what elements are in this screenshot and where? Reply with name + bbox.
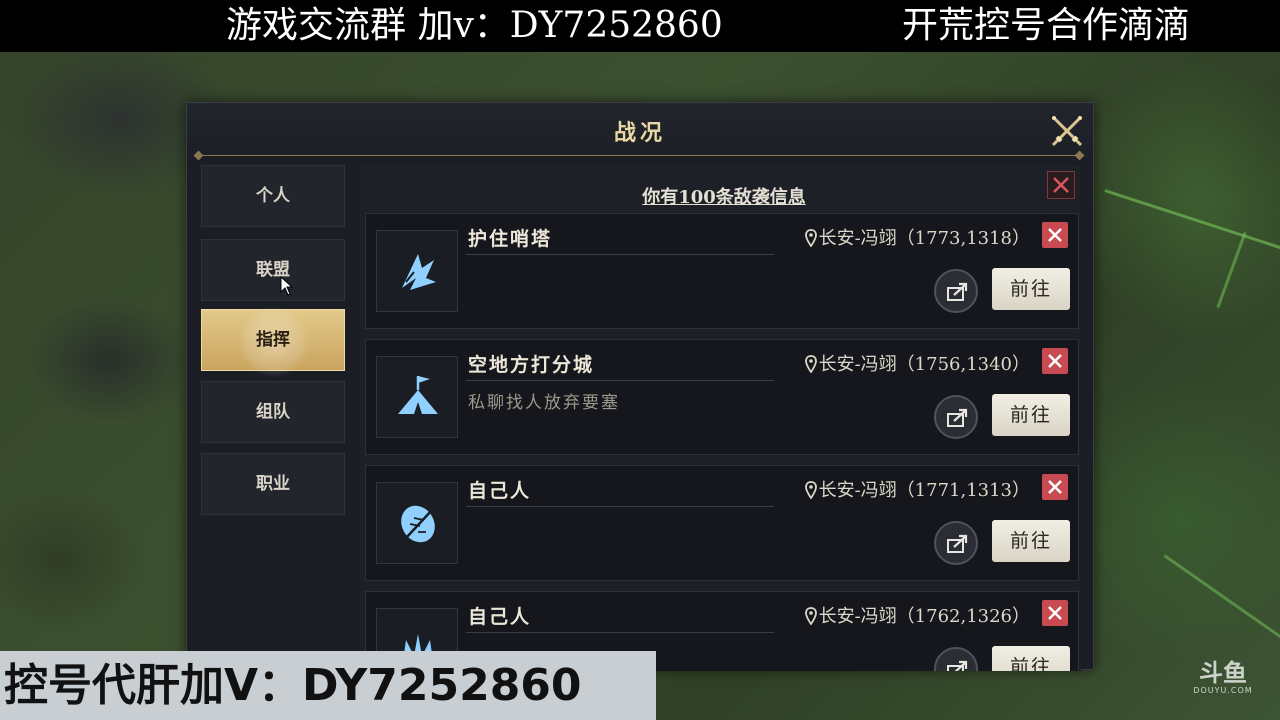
report-title: 护住哨塔	[468, 228, 553, 250]
sidebar-item-personal[interactable]: 个人	[201, 165, 345, 227]
sidebar-item-team[interactable]: 组队	[201, 381, 345, 443]
stream-bottom-banner: 控号代肝加V：DY7252860	[0, 651, 656, 720]
top-left-ad-text: 游戏交流群 加v：DY7252860	[226, 5, 723, 46]
share-button[interactable]	[934, 521, 978, 565]
share-button[interactable]	[934, 269, 978, 313]
stream-top-banner: 游戏交流群 加v：DY7252860 开荒控号合作滴滴	[0, 0, 1280, 52]
share-button[interactable]	[934, 647, 978, 671]
watermark-text: DOUYU.COM	[1193, 686, 1253, 695]
location-pin-icon	[804, 229, 817, 247]
crossed-swords-icon[interactable]	[1047, 111, 1087, 151]
report-title: 空地方打分城	[468, 354, 595, 376]
location-pin-icon	[804, 481, 817, 499]
location-pin-icon	[804, 607, 817, 625]
sidebar-item-label: 指挥	[256, 330, 290, 350]
divider	[466, 380, 774, 381]
report-card: 护住哨塔 长安-冯翊（1773,1318） 前往	[365, 213, 1079, 329]
report-title: 自己人	[468, 606, 532, 628]
location-text: 长安-冯翊（1771,1313）	[818, 480, 1030, 501]
report-location[interactable]: 长安-冯翊（1773,1318）	[804, 224, 1030, 250]
share-icon	[947, 660, 968, 671]
territory-border	[1104, 189, 1280, 254]
report-location[interactable]: 长安-冯翊（1756,1340）	[804, 350, 1030, 376]
battle-report-dialog: 战况 个人 联盟 指挥 组队 职业 你有100条敌袭信息 护住哨塔 长安-冯翊（…	[186, 102, 1094, 671]
enemy-attack-summary[interactable]: 你有100条敌袭信息	[359, 183, 1081, 209]
remove-report-button[interactable]	[1042, 474, 1068, 500]
dialog-header: 战况	[187, 103, 1093, 157]
territory-border	[1216, 231, 1247, 309]
shattered-tower-icon	[376, 230, 458, 312]
header-divider	[197, 155, 1081, 156]
share-icon	[947, 534, 968, 553]
share-icon	[947, 282, 968, 301]
remove-report-button[interactable]	[1042, 600, 1068, 626]
platform-watermark: 斗鱼 DOUYU.COM	[1188, 660, 1258, 700]
watermark-logo: 斗鱼	[1199, 659, 1247, 687]
sidebar-item-alliance[interactable]: 联盟	[201, 239, 345, 301]
divider	[466, 632, 774, 633]
report-location[interactable]: 长安-冯翊（1762,1326）	[804, 602, 1030, 628]
close-icon[interactable]	[1047, 171, 1075, 199]
sidebar-item-label: 职业	[256, 474, 290, 494]
location-text: 长安-冯翊（1756,1340）	[818, 354, 1030, 375]
divider	[466, 506, 774, 507]
location-pin-icon	[804, 355, 817, 373]
divider	[466, 254, 774, 255]
report-location[interactable]: 长安-冯翊（1771,1313）	[804, 476, 1030, 502]
go-to-button[interactable]: 前往	[992, 646, 1070, 671]
remove-report-button[interactable]	[1042, 222, 1068, 248]
location-text: 长安-冯翊（1773,1318）	[818, 228, 1030, 249]
mouse-pointer-icon	[280, 276, 294, 296]
sidebar-item-command[interactable]: 指挥	[201, 306, 345, 378]
report-title: 自己人	[468, 480, 532, 502]
dialog-title: 战况	[613, 120, 666, 146]
share-button[interactable]	[934, 395, 978, 439]
report-list-panel: 你有100条敌袭信息 护住哨塔 长安-冯翊（1773,1318） 前往 空地方打…	[359, 165, 1081, 671]
territory-border	[1163, 554, 1280, 649]
share-icon	[947, 408, 968, 427]
report-card: 空地方打分城 私聊找人放弃要塞 长安-冯翊（1756,1340） 前往	[365, 339, 1079, 455]
location-text: 长安-冯翊（1762,1326）	[818, 606, 1030, 627]
sidebar-item-profession[interactable]: 职业	[201, 453, 345, 515]
go-to-button[interactable]: 前往	[992, 520, 1070, 562]
top-right-ad-text: 开荒控号合作滴滴	[902, 5, 1191, 46]
report-description: 私聊找人放弃要塞	[468, 393, 620, 413]
go-to-button[interactable]: 前往	[992, 268, 1070, 310]
go-to-button[interactable]: 前往	[992, 394, 1070, 436]
report-card: 自己人 长安-冯翊（1771,1313） 前往	[365, 465, 1079, 581]
sidebar-item-label: 组队	[256, 402, 290, 422]
tent-flag-icon	[376, 356, 458, 438]
sidebar-item-label: 个人	[256, 186, 290, 206]
remove-report-button[interactable]	[1042, 348, 1068, 374]
leaf-shield-icon	[376, 482, 458, 564]
